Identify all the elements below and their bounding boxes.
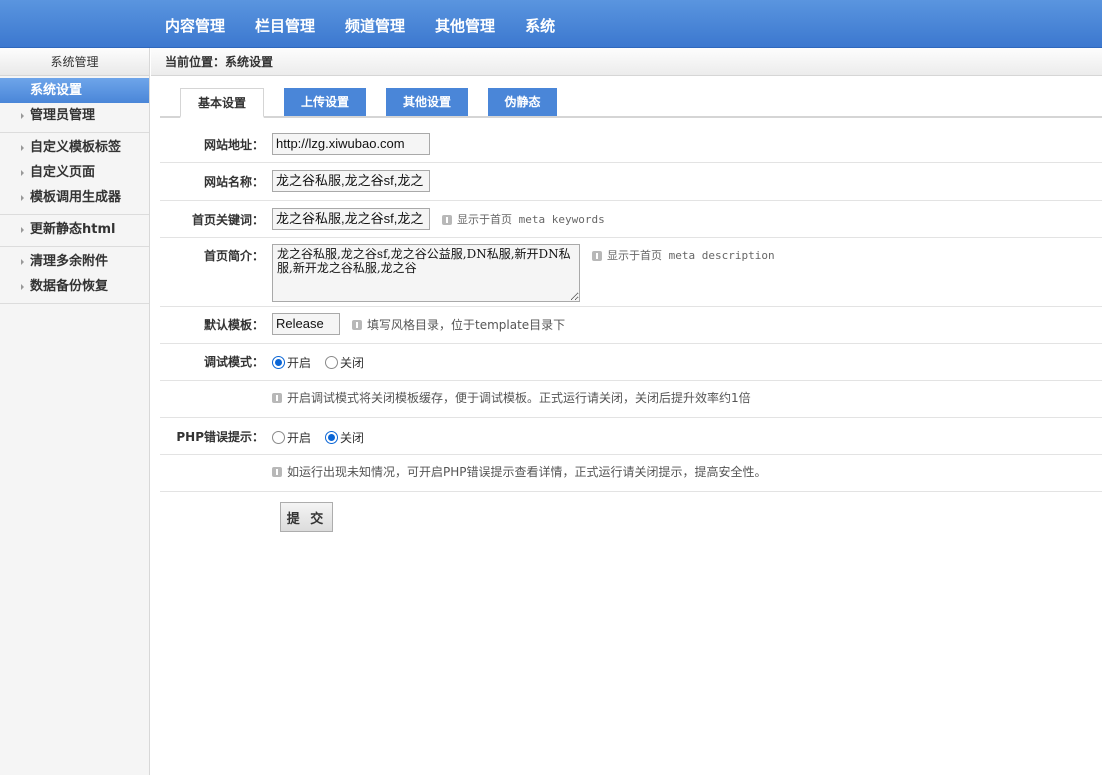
submit-button[interactable]: 提 交 — [280, 502, 333, 532]
debug-off-label: 关闭 — [340, 355, 365, 370]
row-php-error: PHP错误提示： 开启 关闭 — [160, 418, 1102, 455]
top-nav-columns[interactable]: 栏目管理 — [240, 0, 330, 48]
description-tip-text: 显示于首页 meta description — [607, 249, 775, 262]
tab-upload-settings[interactable]: 上传设置 — [284, 88, 366, 116]
sidebar-item-custom-tags[interactable]: 自定义模板标签 — [0, 135, 149, 160]
sidebar: 系统管理 系统设置 管理员管理 自定义模板标签 自定义页面 模板调用生成器 更新… — [0, 48, 150, 775]
tab-bar: 基本设置 上传设置 其他设置 伪静态 — [160, 88, 1102, 118]
sidebar-item-label: 管理员管理 — [30, 108, 96, 123]
arrow-right-icon — [21, 195, 24, 201]
info-icon — [272, 467, 282, 477]
top-nav-channels[interactable]: 频道管理 — [330, 0, 420, 48]
keywords-label: 首页关键词： — [191, 213, 264, 227]
top-nav-other[interactable]: 其他管理 — [420, 0, 510, 48]
sidebar-item-clean-attachments[interactable]: 清理多余附件 — [0, 249, 149, 274]
sidebar-group-1: 系统设置 管理员管理 — [0, 76, 149, 133]
row-debug-tip: 开启调试模式将关闭模板缓存，便于调试模板。正式运行请关闭，关闭后提升效率约1倍 — [160, 381, 1102, 418]
radio-unselected-icon — [325, 355, 339, 369]
sidebar-group-3: 更新静态html — [0, 215, 149, 247]
debug-on-radio[interactable]: 开启 — [272, 354, 311, 371]
tab-other-settings[interactable]: 其他设置 — [386, 88, 468, 116]
sidebar-item-label: 系统设置 — [30, 83, 83, 98]
radio-unselected-icon — [272, 430, 285, 444]
template-label: 默认模板： — [203, 318, 264, 332]
site-url-input[interactable]: http://lzg.xiwubao.com — [272, 133, 430, 155]
top-nav-system[interactable]: 系统 — [510, 0, 570, 48]
row-php-error-tip: 如运行出现未知情况，可开启PHP错误提示查看详情，正式运行请关闭提示，提高安全性… — [160, 455, 1102, 492]
debug-tip: 开启调试模式将关闭模板缓存，便于调试模板。正式运行请关闭，关闭后提升效率约1倍 — [272, 389, 751, 407]
php-error-label: PHP错误提示： — [176, 430, 264, 444]
breadcrumb: 当前位置：系统设置 — [151, 48, 1102, 76]
arrow-right-icon — [21, 145, 24, 151]
arrow-right-icon — [21, 259, 24, 265]
keywords-input[interactable]: 龙之谷私服,龙之谷sf,龙之 — [272, 208, 430, 230]
debug-on-label: 开启 — [287, 355, 312, 370]
site-name-label: 网站名称： — [203, 175, 264, 189]
php-error-on-radio[interactable]: 开启 — [272, 429, 311, 446]
settings-form: 网站地址： http://lzg.xiwubao.com 网站名称： 龙之谷私服… — [160, 126, 1102, 532]
sidebar-item-label: 模板调用生成器 — [30, 190, 122, 205]
row-site-url: 网站地址： http://lzg.xiwubao.com — [160, 126, 1102, 163]
debug-label: 调试模式： — [203, 355, 264, 369]
template-input[interactable]: Release — [272, 313, 340, 335]
info-icon — [272, 393, 282, 403]
sidebar-item-template-generator[interactable]: 模板调用生成器 — [0, 185, 149, 210]
sidebar-title: 系统管理 — [0, 48, 149, 76]
description-label: 首页简介： — [203, 249, 264, 263]
sidebar-group-4: 清理多余附件 数据备份恢复 — [0, 247, 149, 304]
arrow-right-icon — [21, 113, 24, 119]
template-tip: 填写风格目录，位于template目录下 — [352, 313, 565, 337]
row-debug: 调试模式： 开启 关闭 — [160, 344, 1102, 381]
info-icon — [352, 320, 362, 330]
row-description: 首页简介： 龙之谷私服,龙之谷sf,龙之谷公益服,DN私服,新开DN私服,新开龙… — [160, 238, 1102, 307]
arrow-right-icon — [21, 284, 24, 290]
sidebar-item-label: 自定义模板标签 — [30, 140, 122, 155]
description-textarea[interactable]: 龙之谷私服,龙之谷sf,龙之谷公益服,DN私服,新开DN私服,新开龙之谷私服,龙… — [272, 244, 580, 302]
top-nav: 内容管理 栏目管理 频道管理 其他管理 系统 — [150, 0, 570, 48]
sidebar-item-label: 数据备份恢复 — [30, 279, 109, 294]
sidebar-group-2: 自定义模板标签 自定义页面 模板调用生成器 — [0, 133, 149, 215]
top-nav-content[interactable]: 内容管理 — [150, 0, 240, 48]
sidebar-item-backup-restore[interactable]: 数据备份恢复 — [0, 274, 149, 299]
keywords-tip: 显示于首页 meta keywords — [442, 208, 605, 232]
php-error-on-label: 开启 — [287, 430, 312, 445]
arrow-right-icon — [21, 227, 24, 233]
radio-selected-icon — [325, 430, 339, 444]
sidebar-item-update-static[interactable]: 更新静态html — [0, 217, 149, 242]
sidebar-item-admin-manage[interactable]: 管理员管理 — [0, 103, 149, 128]
tab-basic-settings[interactable]: 基本设置 — [180, 88, 264, 118]
site-name-input[interactable]: 龙之谷私服,龙之谷sf,龙之 — [272, 170, 430, 192]
arrow-right-icon — [21, 170, 24, 176]
sidebar-item-label: 更新静态html — [30, 222, 116, 237]
template-tip-text: 填写风格目录，位于template目录下 — [367, 318, 566, 332]
top-bar: 内容管理 栏目管理 频道管理 其他管理 系统 — [0, 0, 1102, 48]
debug-tip-text: 开启调试模式将关闭模板缓存，便于调试模板。正式运行请关闭，关闭后提升效率约1倍 — [287, 391, 751, 405]
info-icon — [592, 251, 602, 261]
row-keywords: 首页关键词： 龙之谷私服,龙之谷sf,龙之 显示于首页 meta keyword… — [160, 201, 1102, 238]
tab-rewrite[interactable]: 伪静态 — [488, 88, 557, 116]
php-error-tip-text: 如运行出现未知情况，可开启PHP错误提示查看详情，正式运行请关闭提示，提高安全性… — [287, 465, 767, 479]
site-url-label: 网站地址： — [203, 138, 264, 152]
sidebar-item-label: 自定义页面 — [30, 165, 96, 180]
sidebar-item-custom-pages[interactable]: 自定义页面 — [0, 160, 149, 185]
radio-selected-icon — [272, 355, 285, 369]
php-error-off-label: 关闭 — [340, 430, 365, 445]
info-icon — [442, 215, 452, 225]
description-tip: 显示于首页 meta description — [592, 244, 775, 268]
row-template: 默认模板： Release 填写风格目录，位于template目录下 — [160, 307, 1102, 344]
sidebar-item-system-settings[interactable]: 系统设置 — [0, 78, 149, 103]
php-error-off-radio[interactable]: 关闭 — [325, 429, 364, 446]
row-submit: 提 交 — [160, 492, 1102, 532]
debug-off-radio[interactable]: 关闭 — [325, 354, 364, 371]
keywords-tip-text: 显示于首页 meta keywords — [457, 213, 605, 226]
sidebar-item-label: 清理多余附件 — [30, 254, 109, 269]
row-site-name: 网站名称： 龙之谷私服,龙之谷sf,龙之 — [160, 163, 1102, 201]
php-error-tip: 如运行出现未知情况，可开启PHP错误提示查看详情，正式运行请关闭提示，提高安全性… — [272, 463, 767, 481]
